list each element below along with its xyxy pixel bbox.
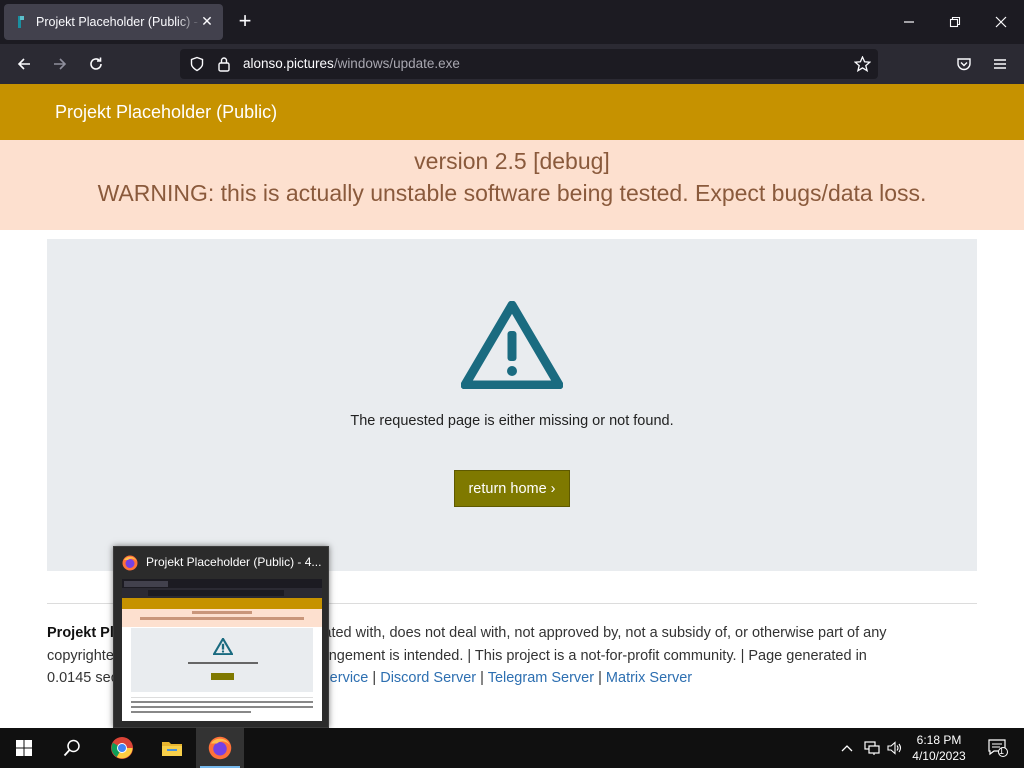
chrome-icon[interactable] xyxy=(98,728,146,768)
address-bar[interactable]: alonso.pictures/windows/update.exe xyxy=(180,49,878,79)
windows-start-icon[interactable] xyxy=(0,728,48,768)
minimize-icon[interactable] xyxy=(886,0,932,44)
back-arrow-icon[interactable] xyxy=(8,48,40,80)
url-text[interactable]: alonso.pictures/windows/update.exe xyxy=(243,56,460,71)
lock-icon[interactable] xyxy=(217,56,231,77)
site-header: Projekt Placeholder (Public) xyxy=(0,84,1024,140)
site-favicon-icon xyxy=(12,14,28,30)
warning-text: WARNING: this is actually unstable softw… xyxy=(97,180,927,206)
file-explorer-icon[interactable] xyxy=(148,728,196,768)
network-icon[interactable] xyxy=(860,728,884,768)
chevron-up-icon[interactable] xyxy=(836,728,858,768)
navigation-toolbar: alonso.pictures/windows/update.exe xyxy=(0,44,1024,84)
search-icon[interactable] xyxy=(48,728,96,768)
footer-line1: is not associated with, does not deal wi… xyxy=(243,625,887,641)
error-message: The requested page is either missing or … xyxy=(350,413,674,429)
warning-banner: version 2.5 [debug] WARNING: this is act… xyxy=(0,140,1024,230)
footer-line2a: copyrighted xyxy=(47,647,122,664)
preview-title: Projekt Placeholder (Public) - 4... xyxy=(146,555,322,569)
volume-icon[interactable] xyxy=(884,728,906,768)
clock-date: 4/10/2023 xyxy=(912,749,966,763)
active-tab[interactable]: Projekt Placeholder (Public) - 404 ✕ xyxy=(4,4,223,40)
error-card: The requested page is either missing or … xyxy=(47,239,977,571)
bookmark-star-icon[interactable] xyxy=(853,55,872,77)
warning-triangle-icon xyxy=(461,301,563,389)
taskbar-thumbnail-preview[interactable]: Projekt Placeholder (Public) - 4... xyxy=(113,546,329,728)
tab-strip: Projekt Placeholder (Public) - 404 ✕ + xyxy=(0,0,1024,44)
tab-title: Projekt Placeholder (Public) - 404 xyxy=(36,15,201,29)
firefox-taskbar-icon[interactable] xyxy=(196,728,244,768)
footer-link-matrix[interactable]: Matrix Server xyxy=(606,670,692,686)
site-title[interactable]: Projekt Placeholder (Public) xyxy=(55,102,277,123)
forward-arrow-icon[interactable] xyxy=(44,48,76,80)
version-label: version 2.5 [debug] xyxy=(414,148,610,174)
firefox-icon xyxy=(122,555,138,571)
windows-taskbar: 6:18 PM 4/10/2023 1 xyxy=(0,728,1024,768)
footer-line2b: ight infringement is intended. | This pr… xyxy=(277,647,867,664)
restore-icon[interactable] xyxy=(932,0,978,44)
footer-link-discord[interactable]: Discord Server xyxy=(380,670,476,686)
menu-icon[interactable] xyxy=(984,48,1016,80)
clock-time: 6:18 PM xyxy=(916,733,962,747)
reload-icon[interactable] xyxy=(80,48,112,80)
footer-link-telegram[interactable]: Telegram Server xyxy=(488,670,594,686)
close-tab-icon[interactable]: ✕ xyxy=(199,13,215,29)
url-host: alonso.pictures xyxy=(243,56,334,71)
system-clock[interactable]: 6:18 PM 4/10/2023 xyxy=(904,732,974,764)
action-center-icon[interactable]: 1 xyxy=(978,728,1018,768)
close-window-icon[interactable] xyxy=(978,0,1024,44)
notification-count: 1 xyxy=(999,746,1005,756)
shield-icon[interactable] xyxy=(189,56,205,77)
page-thumbnail xyxy=(122,579,322,721)
pocket-icon[interactable] xyxy=(948,48,980,80)
url-path: /windows/update.exe xyxy=(333,56,460,71)
new-tab-button[interactable]: + xyxy=(232,8,258,36)
return-home-button[interactable]: return home › xyxy=(454,470,570,507)
